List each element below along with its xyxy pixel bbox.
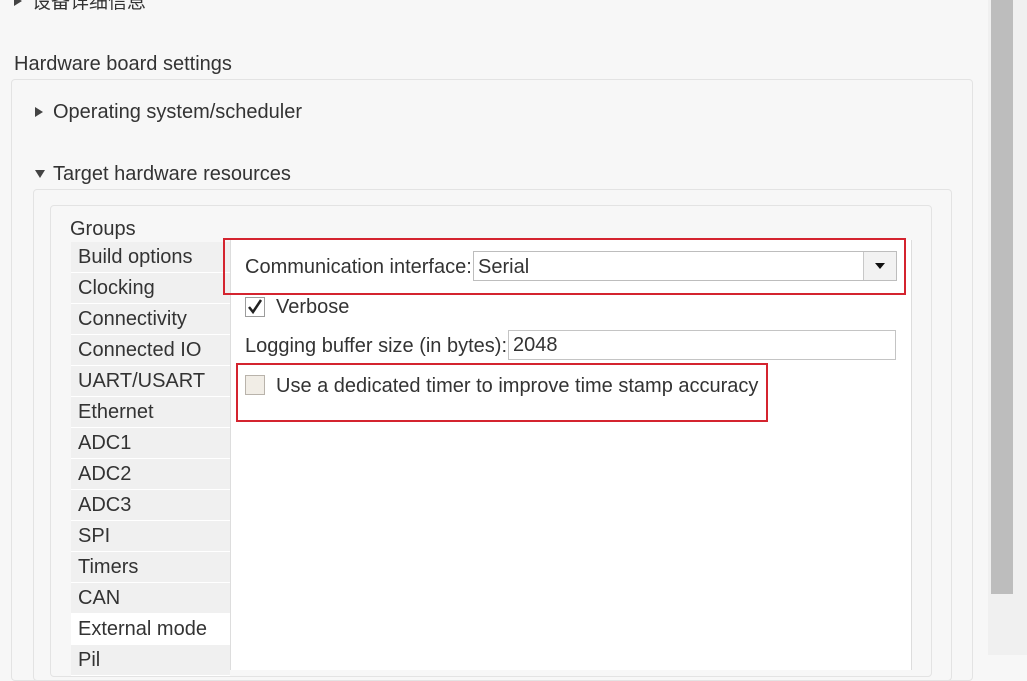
expanded-triangle-icon[interactable]: [35, 170, 45, 178]
collapsed-triangle-icon[interactable]: [35, 107, 43, 117]
section-os-scheduler[interactable]: Operating system/scheduler: [53, 102, 302, 122]
group-item-adc3[interactable]: ADC3: [71, 490, 230, 521]
group-item-pil[interactable]: Pil: [71, 645, 230, 676]
verbose-label: Verbose: [276, 296, 350, 318]
logging-buffer-label: Logging buffer size (in bytes):: [245, 335, 508, 357]
logging-buffer-input[interactable]: 2048: [508, 330, 896, 360]
device-details-label[interactable]: 设备详细信息: [32, 0, 146, 12]
highlight-box-communication: [223, 238, 906, 295]
group-item-can[interactable]: CAN: [71, 583, 230, 614]
scrollbar-thumb[interactable]: [991, 0, 1013, 594]
highlight-box-dedicated-timer: [236, 363, 768, 422]
section-target-hardware[interactable]: Target hardware resources: [53, 164, 291, 184]
group-item-adc2[interactable]: ADC2: [71, 459, 230, 490]
groups-list: Build options Clocking Connectivity Conn…: [71, 242, 230, 676]
checkmark-icon: [248, 299, 263, 315]
group-item-spi[interactable]: SPI: [71, 521, 230, 552]
group-item-connected-io[interactable]: Connected IO: [71, 335, 230, 366]
group-item-build-options[interactable]: Build options: [71, 242, 230, 273]
verbose-checkbox[interactable]: [245, 297, 265, 317]
group-item-uart-usart[interactable]: UART/USART: [71, 366, 230, 397]
group-item-adc1[interactable]: ADC1: [71, 428, 230, 459]
group-item-external-mode[interactable]: External mode: [71, 614, 230, 645]
hardware-board-settings-title: Hardware board settings: [14, 53, 232, 75]
group-item-timers[interactable]: Timers: [71, 552, 230, 583]
group-item-clocking[interactable]: Clocking: [71, 273, 230, 304]
group-item-connectivity[interactable]: Connectivity: [71, 304, 230, 335]
expand-icon[interactable]: [14, 0, 22, 6]
group-item-ethernet[interactable]: Ethernet: [71, 397, 230, 428]
groups-title: Groups: [70, 218, 136, 240]
